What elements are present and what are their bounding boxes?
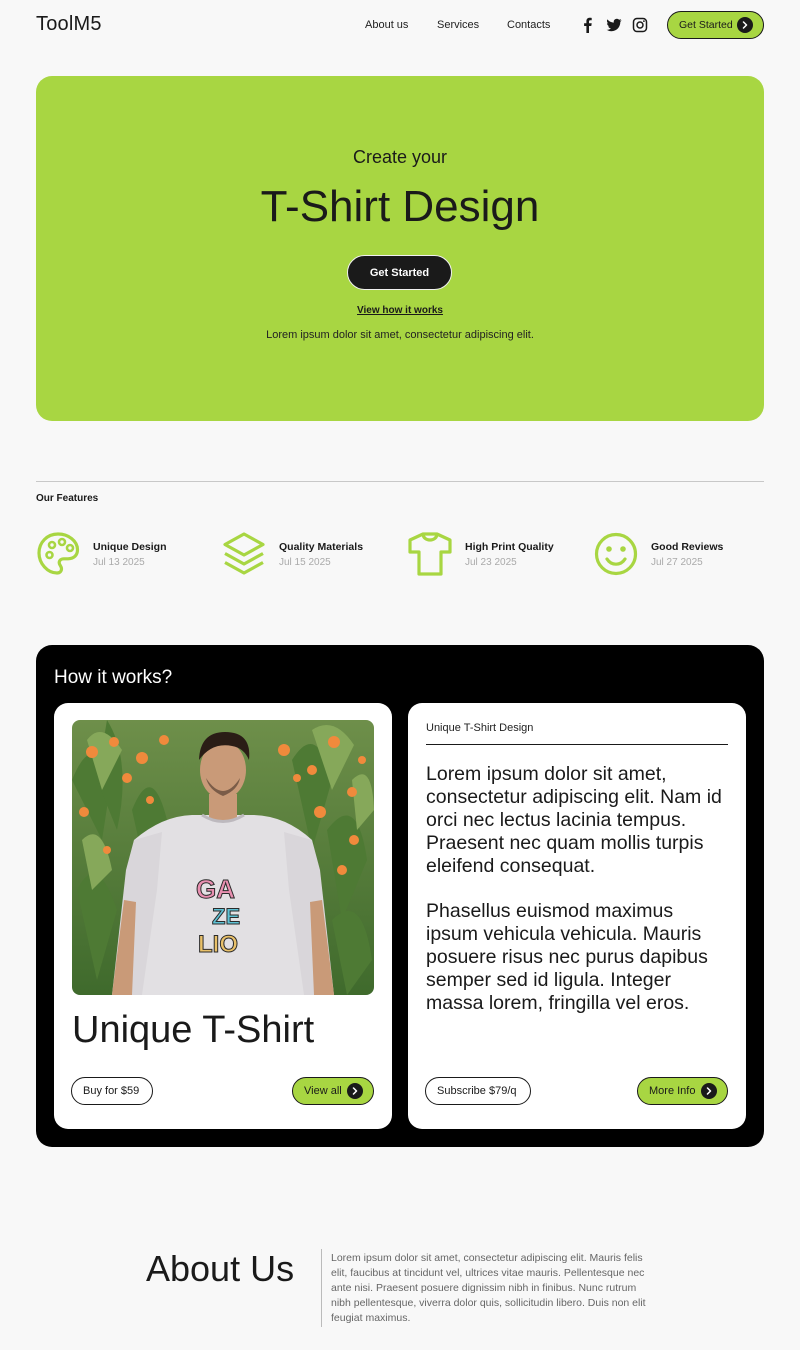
feature-name: Good Reviews — [651, 541, 724, 553]
about-divider — [321, 1249, 322, 1327]
product-card: GA ZE LIO Unique T-Shirt Buy for $59 Vie… — [54, 703, 392, 1129]
arrow-right-icon — [701, 1083, 717, 1099]
feature-date: Jul 13 2025 — [93, 557, 145, 568]
feature-name: High Print Quality — [465, 541, 554, 553]
view-how-it-works-link: View how it works — [36, 305, 764, 316]
arrow-right-icon — [737, 17, 753, 33]
feature-item: Good Reviews Jul 27 2025 — [594, 531, 774, 577]
product-photo: GA ZE LIO — [72, 720, 374, 995]
view-all-label: View all — [304, 1085, 342, 1097]
product-title: Unique T-Shirt — [72, 1009, 315, 1051]
tshirt-print-text: LIO — [198, 931, 238, 958]
hero-title: T-Shirt Design — [260, 182, 540, 231]
info-card-divider — [426, 744, 728, 745]
facebook-icon[interactable] — [580, 17, 596, 33]
more-info-label: More Info — [649, 1085, 696, 1097]
subscribe-button[interactable]: Subscribe $79/q — [425, 1077, 531, 1105]
site-header: ToolM5 About us Services Contacts Get St… — [36, 0, 764, 52]
smiley-icon — [594, 531, 638, 577]
palette-icon — [36, 531, 80, 577]
view-how-it-works-anchor[interactable]: View how it works — [357, 305, 443, 316]
info-paragraph: Lorem ipsum dolor sit amet, consectetur … — [426, 763, 722, 877]
twitter-icon[interactable] — [606, 17, 622, 33]
feature-name: Unique Design — [93, 541, 167, 553]
info-card: Unique T-Shirt Design Lorem ipsum dolor … — [408, 703, 746, 1129]
info-paragraph: Phasellus euismod maximus ipsum vehicula… — [426, 900, 708, 1014]
tshirt-print-text: GA — [196, 874, 235, 904]
info-card-label: Unique T-Shirt Design — [426, 722, 534, 734]
nav-about-us[interactable]: About us — [365, 19, 408, 31]
about-title: About Us — [146, 1248, 295, 1289]
feature-name: Quality Materials — [279, 541, 364, 553]
features-heading: Our Features — [36, 493, 99, 504]
hero-section: Create your T-Shirt Design Get Started V… — [36, 76, 764, 421]
more-info-button[interactable]: More Info — [637, 1077, 728, 1105]
how-it-works-section: How it works? GA ZE LIO Unique T-Shirt B… — [36, 645, 764, 1147]
view-all-button[interactable]: View all — [292, 1077, 374, 1105]
feature-item: High Print Quality Jul 23 2025 — [408, 531, 588, 577]
feature-item: Unique Design Jul 13 2025 — [36, 531, 216, 577]
tshirt-icon — [408, 531, 452, 577]
feature-date: Jul 23 2025 — [465, 557, 517, 568]
about-text: Lorem ipsum dolor sit amet, consectetur … — [331, 1252, 646, 1324]
nav-services[interactable]: Services — [437, 19, 479, 31]
header-get-started-button[interactable]: Get Started — [667, 11, 764, 39]
nav-contacts[interactable]: Contacts — [507, 19, 550, 31]
how-it-works-title: How it works? — [54, 667, 173, 688]
feature-date: Jul 15 2025 — [279, 557, 331, 568]
section-divider — [36, 481, 764, 482]
hero-subtitle: Create your — [352, 147, 448, 167]
feature-item: Quality Materials Jul 15 2025 — [222, 531, 402, 577]
arrow-right-icon — [347, 1083, 363, 1099]
hero-get-started-button[interactable]: Get Started — [347, 255, 452, 290]
layers-icon — [222, 531, 266, 577]
logo[interactable]: ToolM5 — [36, 13, 102, 36]
header-get-started-label: Get Started — [679, 19, 733, 31]
feature-date: Jul 27 2025 — [651, 557, 703, 568]
buy-button[interactable]: Buy for $59 — [71, 1077, 153, 1105]
instagram-icon[interactable] — [632, 17, 648, 33]
hero-description: Lorem ipsum dolor sit amet, consectetur … — [266, 329, 534, 341]
tshirt-print-text: ZE — [212, 904, 240, 929]
